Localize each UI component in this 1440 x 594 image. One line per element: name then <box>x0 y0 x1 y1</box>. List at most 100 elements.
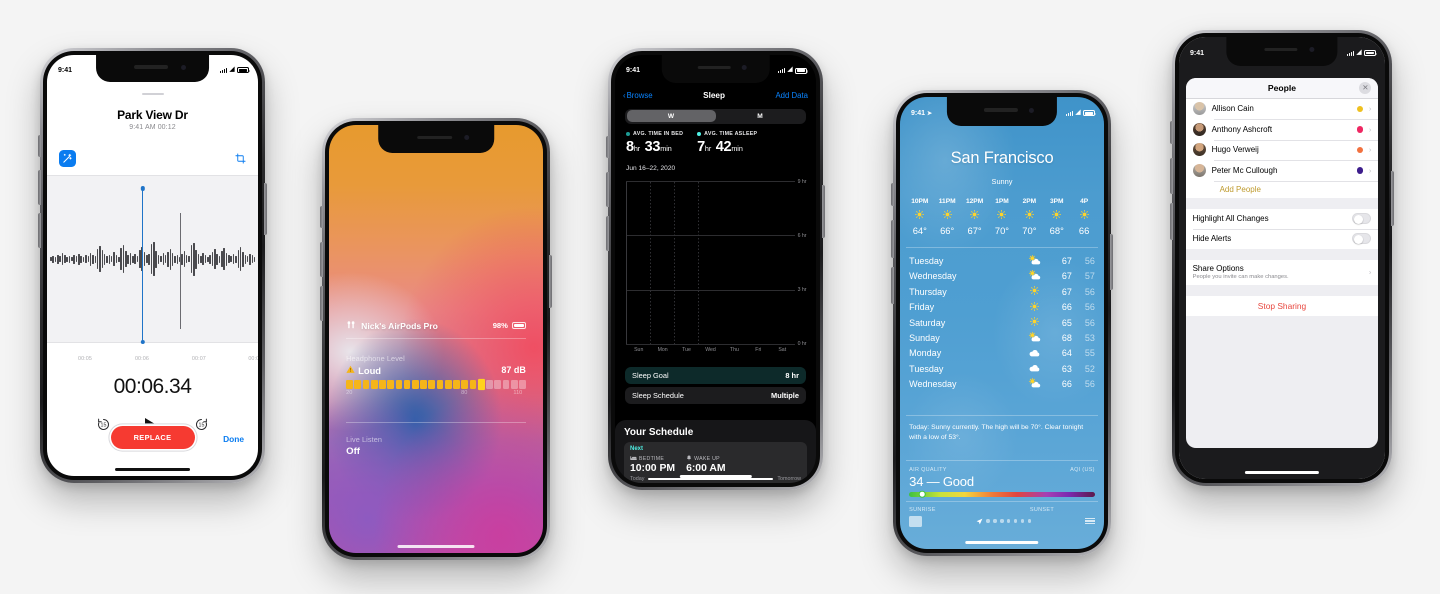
volume-down-button[interactable] <box>606 215 609 252</box>
chevron-right-icon: › <box>1368 124 1372 134</box>
airpods-device-row: Nick's AirPods Pro 98% <box>346 320 526 332</box>
page-dot[interactable] <box>1007 519 1011 523</box>
sleep-stats: AVG. TIME IN BED 8hr 33min AVG. TIME ASLEE… <box>626 131 806 156</box>
power-button[interactable] <box>822 185 825 239</box>
page-dot[interactable] <box>1028 519 1032 523</box>
waveform-bar <box>190 245 193 274</box>
volume-down-button[interactable] <box>320 285 323 322</box>
person-row[interactable]: Hugo Verweij › <box>1186 139 1379 161</box>
volume-down-button[interactable] <box>38 213 41 249</box>
x-tick: Sun <box>634 346 644 353</box>
mute-switch[interactable] <box>606 136 609 159</box>
power-button[interactable] <box>1391 171 1394 227</box>
volume-up-button[interactable] <box>1170 157 1173 195</box>
volume-up-button[interactable] <box>891 220 894 258</box>
people-sheet: People ✕ Allison Cain › Anthony Ashcroft › H… <box>1185 77 1379 449</box>
sun-icon <box>961 210 988 221</box>
home-indicator[interactable] <box>965 541 1039 544</box>
headphone-level-section: Headphone Level Loud 87 dB 20 80 110 <box>346 354 526 398</box>
page-dot[interactable] <box>993 519 997 523</box>
person-row[interactable]: Allison Cain › <box>1186 99 1379 120</box>
home-indicator[interactable] <box>114 468 191 471</box>
battery-icon <box>1364 50 1378 57</box>
meter-segment <box>420 379 427 389</box>
waveform-bar <box>200 255 202 263</box>
sheet-grabber[interactable] <box>141 92 164 96</box>
screen-weather: 9:41 ➤ ◢ San Francisco Sunny 10PM 64° 11PM… <box>900 97 1104 549</box>
bedtime-value: 10:00 PM <box>630 463 676 475</box>
earpiece-speaker <box>134 65 169 69</box>
sleep-goal-card[interactable]: Sleep Goal 8 hr <box>625 366 806 384</box>
waveform-bar <box>207 256 209 262</box>
navigation-bar: ‹ Browse Sleep Add Data <box>615 88 816 104</box>
volume-up-button[interactable] <box>320 241 323 278</box>
mute-switch[interactable] <box>891 183 894 207</box>
done-button[interactable]: Done <box>223 434 244 444</box>
segment-w[interactable]: W <box>626 110 716 122</box>
page-dot[interactable] <box>986 519 990 523</box>
playhead-scrubber[interactable] <box>141 189 144 343</box>
person-row[interactable]: Anthony Ashcroft › <box>1186 119 1379 140</box>
replace-button[interactable]: REPLACE <box>110 425 195 449</box>
back-button[interactable]: ‹ Browse <box>623 91 653 100</box>
page-dot[interactable] <box>1014 519 1018 523</box>
magic-wand-icon[interactable] <box>59 149 76 167</box>
home-indicator[interactable] <box>679 475 752 478</box>
page-dot[interactable] <box>1021 519 1025 523</box>
headphone-level-label: Headphone Level <box>346 353 405 363</box>
add-data-button[interactable]: Add Data <box>775 91 808 100</box>
power-button[interactable] <box>549 255 552 309</box>
toggle-switch[interactable] <box>1352 233 1372 245</box>
power-button[interactable] <box>1110 234 1113 291</box>
volume-up-button[interactable] <box>38 169 41 205</box>
legend-dot <box>697 132 702 137</box>
front-camera <box>1309 47 1315 53</box>
timeline-tick: 00:06 <box>134 356 149 363</box>
meter-segment <box>387 379 395 389</box>
waveform-area[interactable] <box>47 174 258 344</box>
bed-icon <box>630 455 637 463</box>
home-indicator[interactable] <box>397 545 475 548</box>
mute-switch[interactable] <box>320 206 323 229</box>
timeline-tick: 00:05 <box>77 356 92 363</box>
toggle-switch[interactable] <box>1352 213 1372 225</box>
period-segmented-control[interactable]: WM <box>625 108 806 124</box>
day-low: 53 <box>1084 333 1095 344</box>
mute-switch[interactable] <box>1170 121 1173 144</box>
person-row[interactable]: Peter Mc Cullough › <box>1186 160 1379 181</box>
add-people-button[interactable]: Add People <box>1185 180 1379 198</box>
stop-sharing-button[interactable]: Stop Sharing <box>1185 295 1379 316</box>
day-high: 65 <box>1061 317 1072 328</box>
segment-m[interactable]: M <box>716 110 805 122</box>
elapsed-time: 00:06.34 <box>113 374 192 398</box>
screen-sleep: 9:41 ◢ ‹ Browse Sleep Add Data W M AVG. … <box>615 55 816 483</box>
page-dot[interactable] <box>1000 519 1004 523</box>
sleep-schedule-card[interactable]: Sleep Schedule Multiple <box>625 387 806 405</box>
waveform-bar <box>197 254 200 265</box>
waveform-bar <box>50 257 52 262</box>
day-low: 56 <box>1084 379 1095 390</box>
volume-down-button[interactable] <box>1170 203 1173 240</box>
timeline-tick: 00:0 <box>248 356 258 363</box>
crop-trim-icon[interactable] <box>235 151 246 169</box>
close-x-icon[interactable]: ✕ <box>1359 81 1372 94</box>
list-icon[interactable] <box>1084 517 1095 525</box>
weather-channel-logo-icon[interactable] <box>909 515 923 527</box>
day-name: Thursday <box>909 286 947 297</box>
volume-down-button[interactable] <box>891 267 894 305</box>
volume-up-button[interactable] <box>606 171 609 208</box>
day-high: 64 <box>1061 348 1072 359</box>
home-indicator[interactable] <box>1244 471 1320 474</box>
day-low: 56 <box>1084 317 1095 328</box>
location-arrow-icon[interactable] <box>976 512 983 530</box>
power-button[interactable] <box>264 182 267 236</box>
toggle-row[interactable]: Highlight All Changes <box>1186 209 1379 229</box>
waveform-bar <box>127 254 129 264</box>
waveform-bar <box>157 254 160 264</box>
mute-switch[interactable] <box>38 135 41 157</box>
hourly-forecast[interactable]: 10PM 64° 11PM 66° 12PM 67° 1PM 70° 2PM 70° 3PM 68° 4… <box>906 198 1098 236</box>
toggle-row[interactable]: Hide Alerts <box>1186 228 1379 249</box>
share-options-row[interactable]: Share Options People you invite can make… <box>1185 259 1379 285</box>
live-listen-section[interactable]: Live Listen Off <box>346 435 526 457</box>
page-dots[interactable] <box>976 512 1032 530</box>
